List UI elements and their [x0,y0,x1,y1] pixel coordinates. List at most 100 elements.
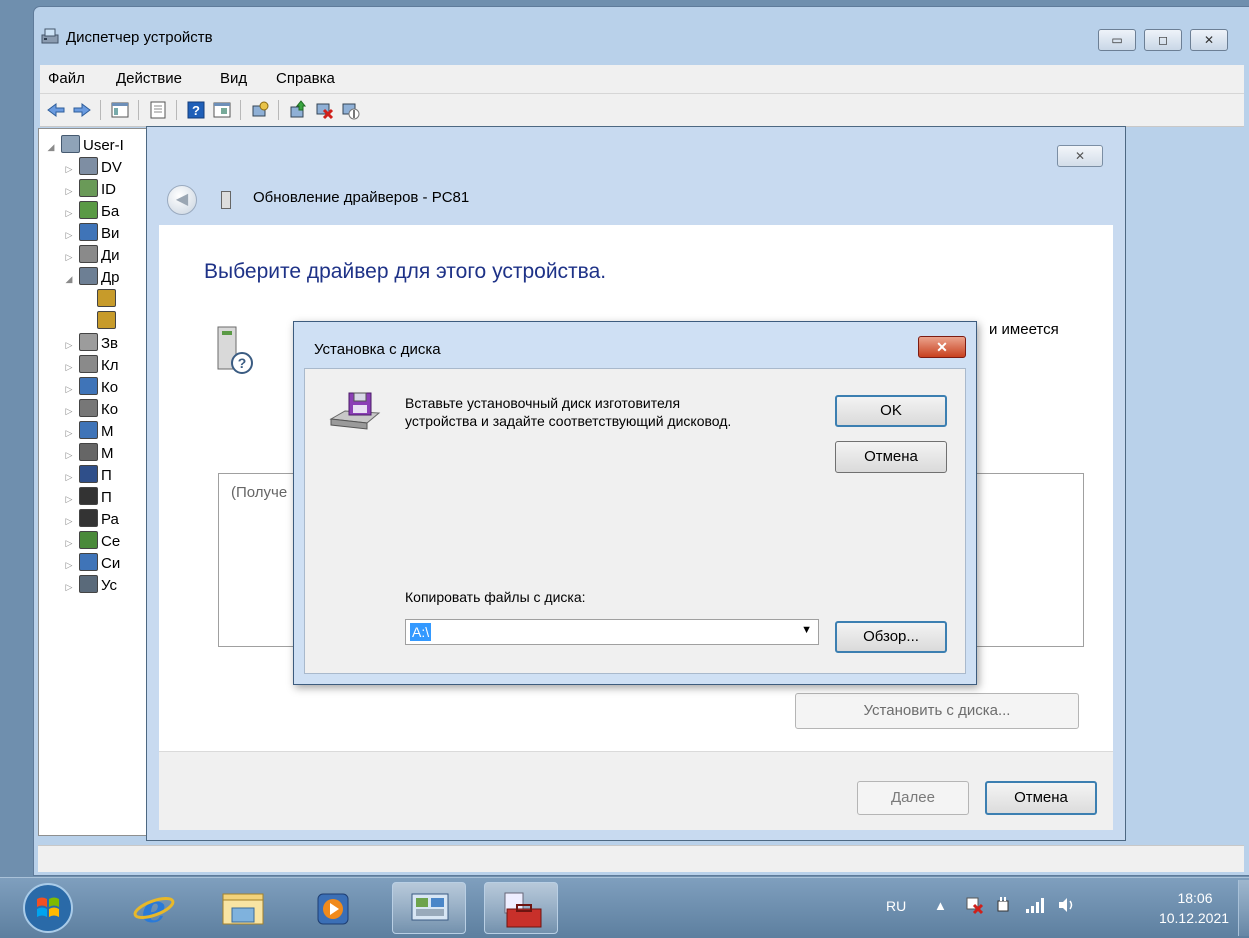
have-disk-button[interactable]: Установить с диска... [795,693,1079,729]
show-hidden-icons-icon[interactable]: ▲ [934,898,947,913]
minimize-button[interactable]: ▭ [1098,29,1136,51]
back-arrow-icon[interactable] [46,100,66,120]
scan-hardware-icon[interactable] [250,100,270,120]
menu-help[interactable]: Справка [276,70,335,87]
expand-arrow-icon[interactable]: ▷ [63,467,75,487]
show-desktop-button[interactable] [1238,880,1249,936]
expand-arrow-icon[interactable]: ▷ [63,181,75,201]
expand-arrow-icon[interactable]: ▷ [63,577,75,597]
console-tree-icon[interactable] [110,100,130,120]
copy-from-label: Копировать файлы с диска: [405,589,586,605]
internet-explorer-icon: e [133,888,175,928]
menu-view[interactable]: Вид [220,70,247,87]
tree-item-label: Ди [101,247,120,264]
expand-arrow-icon[interactable]: ▷ [63,511,75,531]
maximize-icon: ◻ [1158,33,1168,47]
ok-button[interactable]: OK [835,395,947,427]
update-driver-icon[interactable] [288,100,308,120]
back-button[interactable]: ◀ [167,185,197,215]
properties-icon[interactable] [148,100,168,120]
uninstall-icon[interactable] [314,100,334,120]
next-button[interactable]: Далее [857,781,969,815]
tree-item[interactable]: ▷ Ди [63,245,120,265]
forward-arrow-icon[interactable] [72,100,92,120]
clock-time[interactable]: 18:06 [1160,890,1230,906]
device-category-icon [79,377,98,395]
cancel-button[interactable]: Отмена [835,441,947,473]
expand-arrow-icon[interactable]: ▷ [63,533,75,553]
tree-item[interactable]: ▷ Ко [63,377,118,397]
tree-item[interactable]: ▷ М [63,443,114,463]
dialog-footer: Далее Отмена [159,751,1113,830]
tree-item[interactable]: ▷ Зв [63,333,118,353]
taskbar-media-player[interactable] [296,882,370,934]
tree-item[interactable]: ▷ П [63,465,112,485]
expand-arrow-icon[interactable]: ▷ [63,247,75,267]
expand-arrow-icon[interactable]: ▷ [63,489,75,509]
action-center-icon[interactable] [964,895,984,915]
power-plug-icon[interactable] [994,895,1014,915]
update-driver-close-button[interactable]: ✕ [1057,145,1103,167]
copy-from-combobox[interactable]: A:\ ▼ [405,619,819,645]
tree-item[interactable]: ▷ Си [63,553,120,573]
toolbar-separator [176,100,177,120]
tree-item-label: П [101,467,112,484]
tree-item[interactable]: ▷ Ко [63,399,118,419]
disable-icon[interactable] [340,100,360,120]
tree-item[interactable] [81,311,119,331]
taskbar-internet-explorer[interactable]: e [118,882,192,934]
tree-item[interactable]: ▷ Ус [63,575,117,595]
tree-item-label: Се [101,533,121,550]
status-bar [38,845,1244,872]
browse-button[interactable]: Обзор... [835,621,947,653]
close-button[interactable]: ✕ [1190,29,1228,51]
expand-arrow-icon[interactable]: ▷ [63,379,75,399]
device-category-icon [79,245,98,263]
start-button[interactable] [22,882,74,934]
clock-date[interactable]: 10.12.2021 [1152,910,1236,926]
expand-arrow-icon[interactable]: ▷ [63,423,75,443]
language-indicator[interactable]: RU [886,898,906,914]
window-title: Диспетчер устройств [66,29,213,46]
tree-item[interactable]: ▷ DV [63,157,122,177]
tree-item-label: М [101,445,114,462]
tree-item[interactable]: ▷ М [63,421,114,441]
expand-arrow-icon[interactable]: ▷ [63,225,75,245]
expand-arrow-icon[interactable]: ▷ [63,357,75,377]
menu-action[interactable]: Действие [116,70,182,87]
maximize-button[interactable]: ◻ [1144,29,1182,51]
tree-item[interactable]: ▷ Се [63,531,120,551]
view-icon[interactable] [212,100,232,120]
network-signal-icon[interactable] [1024,895,1044,915]
taskbar-control-panel[interactable] [392,882,466,934]
svg-text:e: e [142,888,166,928]
dropdown-arrow-icon[interactable]: ▼ [801,624,812,636]
tree-root[interactable]: ◢ User-I [45,135,124,155]
taskbar-explorer[interactable] [206,882,280,934]
collapse-arrow-icon[interactable]: ◢ [45,137,57,157]
cancel-button[interactable]: Отмена [985,781,1097,815]
expand-arrow-icon[interactable]: ▷ [63,335,75,355]
collapse-arrow-icon[interactable]: ◢ [63,269,75,289]
menu-file[interactable]: Файл [48,70,85,87]
tree-item[interactable]: ▷ Ра [63,509,119,529]
taskbar-device-manager[interactable] [484,882,558,934]
expand-arrow-icon[interactable]: ▷ [63,203,75,223]
tree-item[interactable] [81,289,119,309]
tree-item[interactable]: ◢ Др [63,267,120,287]
expand-arrow-icon[interactable]: ▷ [63,445,75,465]
expand-arrow-icon[interactable]: ▷ [63,555,75,575]
tree-item[interactable]: ▷ Кл [63,355,119,375]
tree-item[interactable]: ▷ ID [63,179,116,199]
volume-icon[interactable] [1056,895,1076,915]
page-heading: Выберите драйвер для этого устройства. [204,260,607,283]
install-from-disk-close-button[interactable]: ✕ [918,336,966,358]
help-icon[interactable]: ? [186,100,206,120]
tree-item-label: Кл [101,357,119,374]
expand-arrow-icon[interactable]: ▷ [63,401,75,421]
tree-item[interactable]: ▷ Ба [63,201,119,221]
tree-item[interactable]: ▷ Ви [63,223,119,243]
expand-arrow-icon[interactable]: ▷ [63,159,75,179]
tree-item[interactable]: ▷ П [63,487,112,507]
device-category-icon [79,201,98,219]
